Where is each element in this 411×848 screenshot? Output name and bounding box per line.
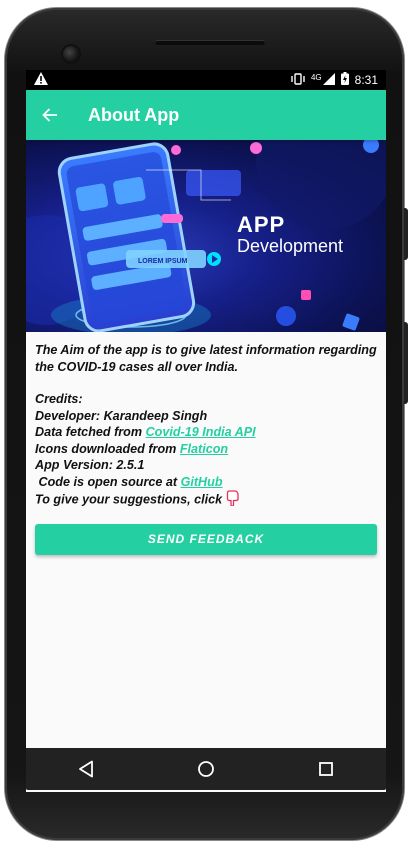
banner-subline: Development bbox=[237, 236, 344, 256]
earpiece bbox=[155, 40, 265, 45]
developer-text: Developer: Karandeep Singh bbox=[35, 408, 208, 423]
flaticon-link[interactable]: Flaticon bbox=[180, 442, 228, 456]
open-source-line: Code is open source at GitHub bbox=[35, 474, 377, 491]
icons-source-prefix: Icons downloaded from bbox=[35, 441, 180, 456]
banner-mock-label: LOREM IPSUM bbox=[138, 258, 188, 265]
suggestions-text: To give your suggestions, click bbox=[35, 492, 226, 507]
open-source-prefix: Code is open source at bbox=[35, 474, 181, 489]
vibrate-icon bbox=[291, 72, 305, 88]
nav-home-icon[interactable] bbox=[186, 749, 226, 789]
power-button bbox=[404, 322, 408, 404]
network-type-label: 4G bbox=[310, 72, 322, 82]
status-bar: 4G 8:31 bbox=[26, 70, 386, 90]
page-title: About App bbox=[88, 104, 180, 125]
clock: 8:31 bbox=[354, 73, 378, 87]
volume-button bbox=[404, 208, 408, 260]
icons-source-line: Icons downloaded from Flaticon bbox=[35, 441, 377, 458]
app-screen: 4G 8:31 About App LOREM IPSUM APP Develo… bbox=[26, 70, 386, 792]
back-arrow-icon[interactable] bbox=[26, 107, 74, 123]
android-nav-bar bbox=[26, 748, 386, 790]
send-feedback-button[interactable]: SEND FEEDBACK bbox=[35, 523, 377, 555]
app-bar: About App bbox=[26, 90, 386, 140]
pointing-hand-icon[interactable] bbox=[226, 490, 240, 511]
front-camera bbox=[63, 46, 79, 62]
credits-heading: Credits: bbox=[35, 392, 83, 406]
app-version-text: App Version: 2.5.1 bbox=[35, 458, 145, 472]
data-source-prefix: Data fetched from bbox=[35, 425, 146, 439]
covid-api-link[interactable]: Covid-19 India API bbox=[146, 425, 256, 439]
github-link[interactable]: GitHub bbox=[181, 475, 223, 489]
app-development-banner: LOREM IPSUM APP Development bbox=[26, 140, 386, 332]
banner-headline: APP bbox=[237, 212, 286, 237]
about-content: The Aim of the app is to give latest inf… bbox=[26, 332, 386, 555]
nav-recents-icon[interactable] bbox=[306, 749, 346, 789]
aim-text: The Aim of the app is to give latest inf… bbox=[35, 343, 377, 374]
nav-back-icon[interactable] bbox=[66, 749, 106, 789]
suggestions-line: To give your suggestions, click bbox=[35, 490, 377, 511]
warning-icon bbox=[34, 72, 48, 88]
signal-icon bbox=[322, 72, 335, 88]
battery-icon bbox=[340, 72, 349, 88]
data-source-line: Data fetched from Covid-19 India API bbox=[35, 424, 377, 441]
